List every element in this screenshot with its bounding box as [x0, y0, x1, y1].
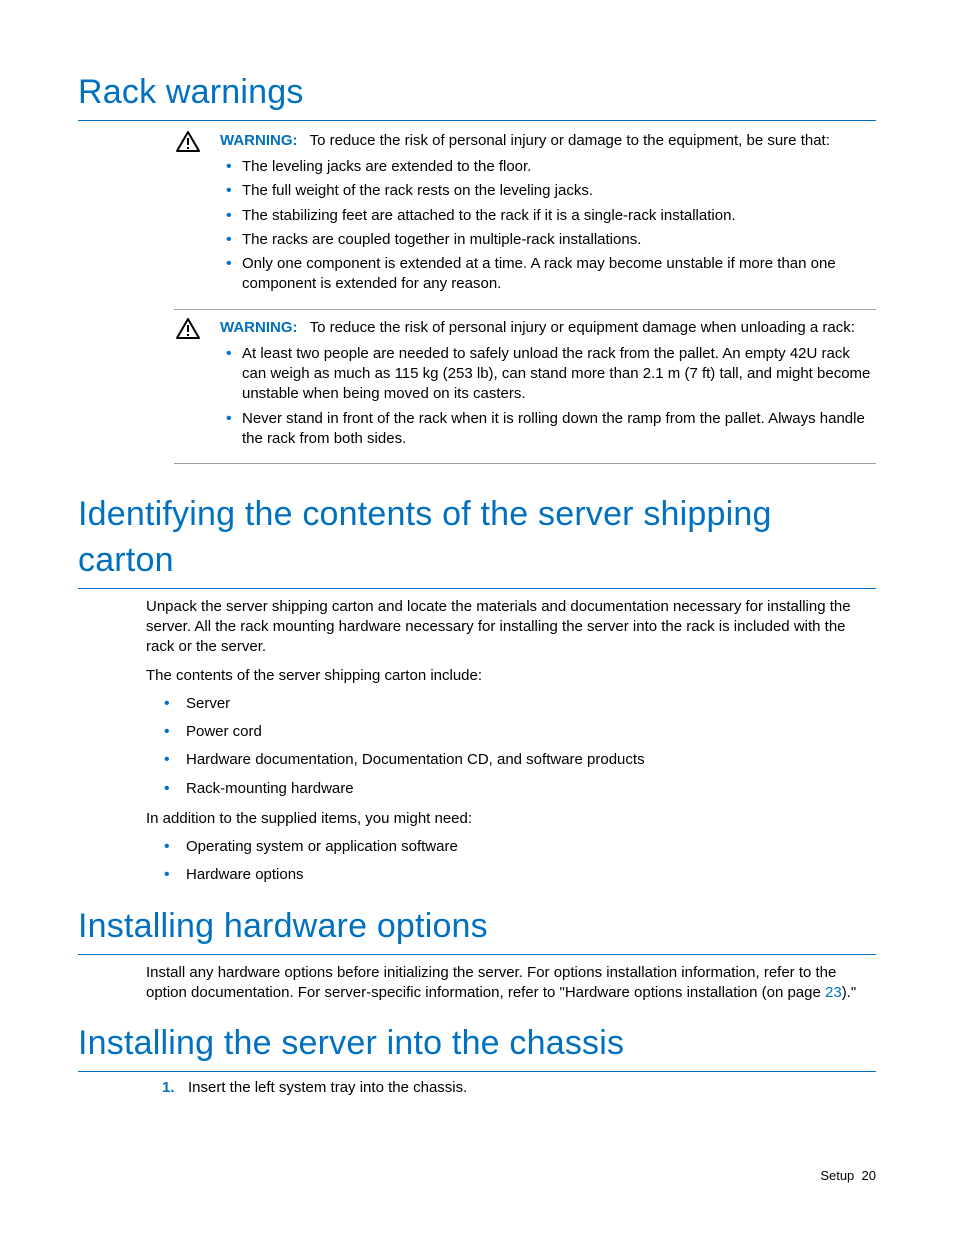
needs-list: Operating system or application software… — [146, 837, 876, 886]
heading-identifying: Identifying the contents of the server s… — [78, 492, 876, 589]
list-item: Hardware documentation, Documentation CD… — [180, 750, 876, 770]
list-item: The leveling jacks are extended to the f… — [242, 157, 876, 177]
warning-icon — [174, 131, 202, 153]
text-run: Install any hardware options before init… — [146, 964, 836, 1001]
warning-icon — [174, 318, 202, 340]
warning-list-1: The leveling jacks are extended to the f… — [220, 157, 876, 295]
list-item: At least two people are needed to safely… — [242, 344, 876, 405]
list-item: Operating system or application software — [180, 837, 876, 857]
contents-list: Server Power cord Hardware documentation… — [146, 694, 876, 799]
footer-section: Setup — [820, 1168, 854, 1183]
install-steps: Insert the left system tray into the cha… — [146, 1078, 876, 1098]
list-item: Rack-mounting hardware — [180, 779, 876, 799]
list-item: Power cord — [180, 722, 876, 742]
page-link-23[interactable]: 23 — [825, 984, 842, 1001]
warning-list-2: At least two people are needed to safely… — [220, 344, 876, 449]
warning-content-2: WARNING: To reduce the risk of personal … — [220, 318, 876, 454]
page-footer: Setup 20 — [820, 1167, 876, 1185]
list-item: Server — [180, 694, 876, 714]
heading-install-chassis: Installing the server into the chassis — [78, 1021, 876, 1072]
list-item: Hardware options — [180, 865, 876, 885]
list-item: Only one component is extended at a time… — [242, 254, 876, 295]
hw-options-body: Install any hardware options before init… — [146, 963, 876, 1004]
list-item: Insert the left system tray into the cha… — [186, 1078, 876, 1098]
warning-label: WARNING: — [220, 132, 298, 149]
heading-hw-options: Installing hardware options — [78, 904, 876, 955]
warning-content-1: WARNING: To reduce the risk of personal … — [220, 131, 876, 299]
identifying-body: Unpack the server shipping carton and lo… — [146, 597, 876, 886]
paragraph: Unpack the server shipping carton and lo… — [146, 597, 876, 658]
heading-rack-warnings: Rack warnings — [78, 70, 876, 121]
paragraph: The contents of the server shipping cart… — [146, 666, 876, 686]
list-item: The stabilizing feet are attached to the… — [242, 206, 876, 226]
warning-label: WARNING: — [220, 319, 298, 336]
warning-block-2: WARNING: To reduce the risk of personal … — [174, 310, 876, 465]
paragraph: In addition to the supplied items, you m… — [146, 809, 876, 829]
list-item: The racks are coupled together in multip… — [242, 230, 876, 250]
paragraph: Install any hardware options before init… — [146, 963, 876, 1004]
warning-lead-1: To reduce the risk of personal injury or… — [310, 132, 830, 149]
install-chassis-body: Insert the left system tray into the cha… — [146, 1078, 876, 1098]
list-item: The full weight of the rack rests on the… — [242, 181, 876, 201]
warning-block-1: WARNING: To reduce the risk of personal … — [174, 123, 876, 310]
text-run: )." — [842, 984, 857, 1001]
list-item: Never stand in front of the rack when it… — [242, 409, 876, 450]
warning-lead-2: To reduce the risk of personal injury or… — [310, 319, 855, 336]
footer-page-number: 20 — [862, 1168, 876, 1183]
